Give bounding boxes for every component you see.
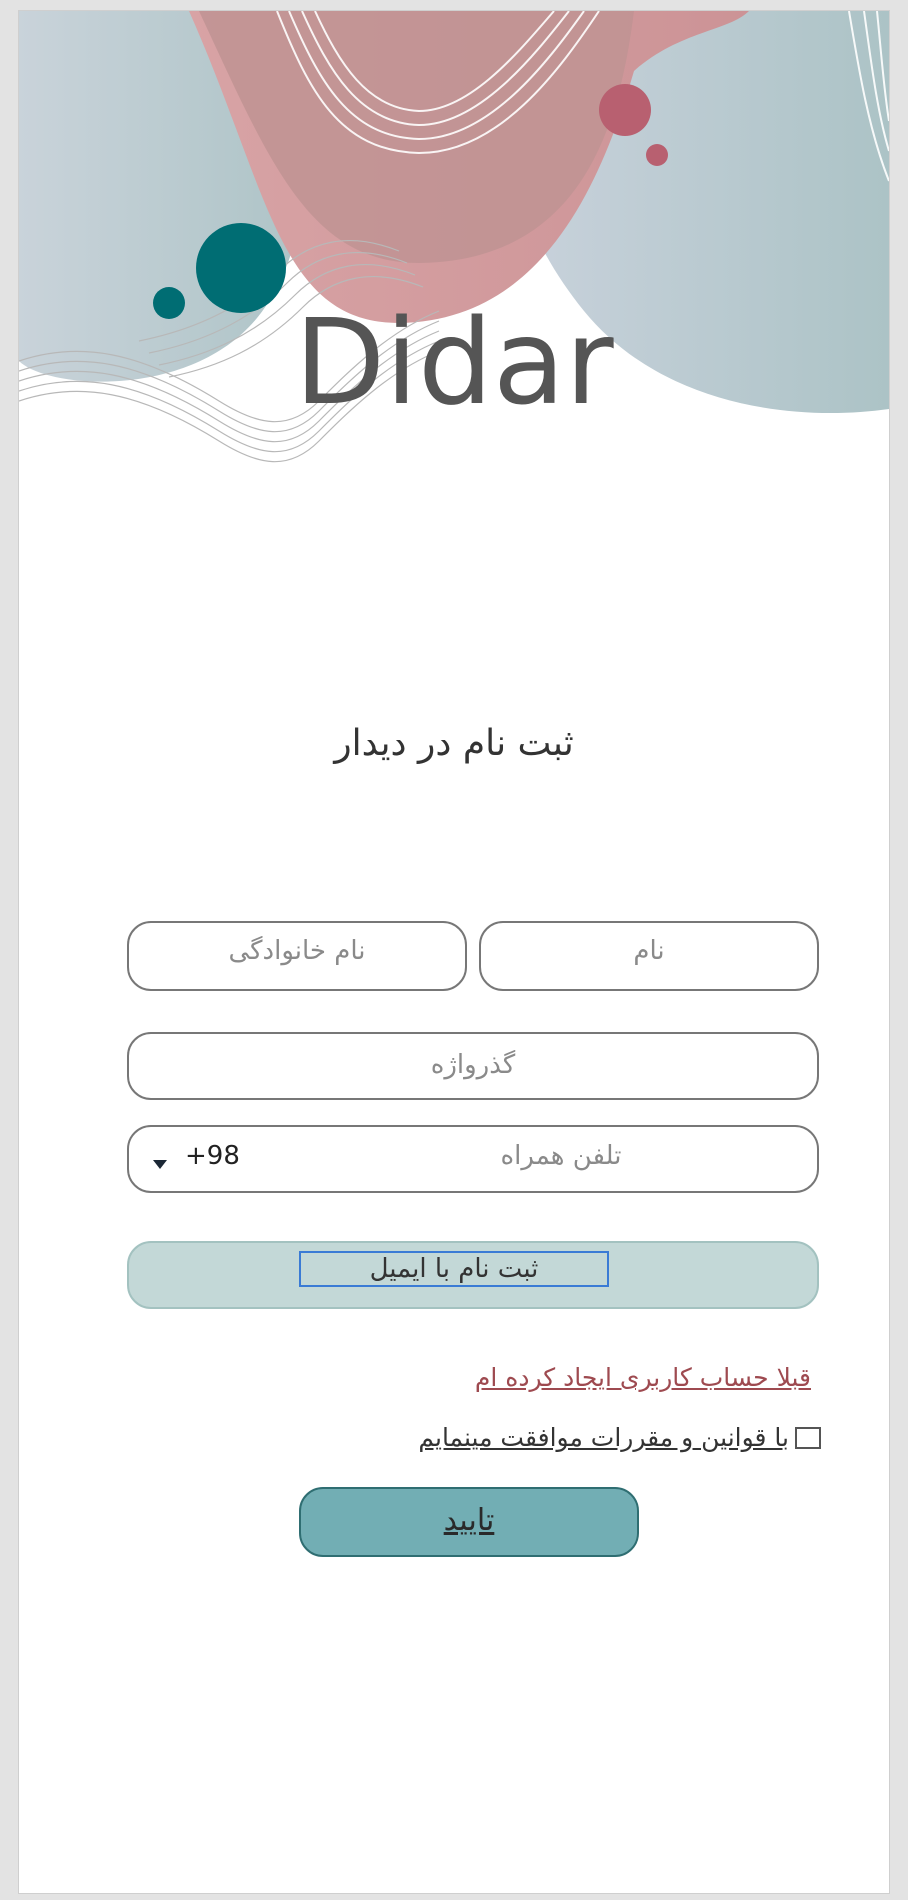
submit-button[interactable]: تایید <box>299 1487 639 1557</box>
page-title: ثبت نام در دیدار <box>334 723 574 764</box>
country-code-value: +98 <box>185 1141 240 1171</box>
signup-with-email-label: ثبت نام با ایمیل <box>299 1251 609 1287</box>
already-have-account-link[interactable]: قبلا حساب کاربری ایجاد کرده ام <box>475 1363 811 1392</box>
terms-agreement: با قوانین و مقررات موافقت مینمایم <box>418 1423 821 1452</box>
signup-screen: Didar ثبت نام در دیدار +98 ثبت نام با ای… <box>18 10 890 1894</box>
country-code-select[interactable]: +98 <box>153 1127 240 1191</box>
phone-field: +98 <box>127 1125 819 1193</box>
last-name-input[interactable] <box>129 923 465 989</box>
teal-large-dot <box>196 223 286 313</box>
terms-label[interactable]: با قوانین و مقررات موافقت مینمایم <box>418 1423 789 1452</box>
rose-large-dot <box>599 84 651 136</box>
first-name-field <box>479 921 819 991</box>
caret-down-icon <box>153 1159 167 1169</box>
first-name-input[interactable] <box>481 923 817 989</box>
signup-with-email-button[interactable]: ثبت نام با ایمیل <box>127 1241 819 1309</box>
last-name-field <box>127 921 467 991</box>
terms-checkbox[interactable] <box>795 1426 821 1449</box>
brand-logo-text: Didar <box>294 293 614 431</box>
password-input[interactable] <box>129 1034 817 1098</box>
rose-small-dot <box>646 144 668 166</box>
password-field <box>127 1032 819 1100</box>
